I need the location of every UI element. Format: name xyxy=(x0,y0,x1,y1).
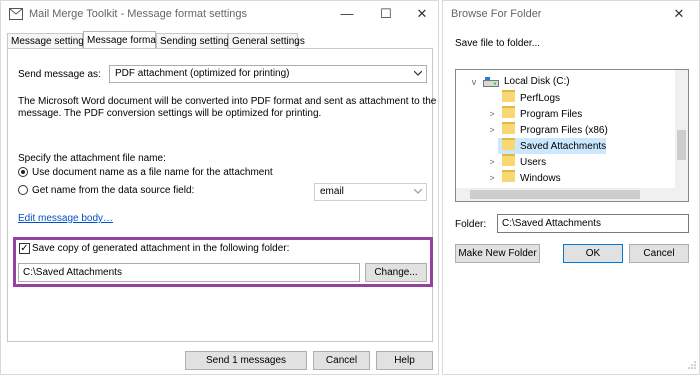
save-copy-label: Save copy of generated attachment in the… xyxy=(32,243,290,254)
close-icon[interactable]: ✕ xyxy=(661,1,697,27)
mail-merge-settings-window: Mail Merge Toolkit - Message format sett… xyxy=(0,0,439,375)
radio-document-name-label: Use document name as a file name for the… xyxy=(32,167,273,178)
drive-icon xyxy=(483,77,499,87)
horizontal-scrollbar-thumb[interactable] xyxy=(470,190,640,199)
tree-item-label: Windows xyxy=(520,173,561,184)
folder-icon xyxy=(502,106,515,118)
tree-item-program-files-x86[interactable]: > Program Files (x86) xyxy=(460,122,674,138)
send-as-dropdown[interactable]: PDF attachment (optimized for printing) xyxy=(109,65,427,83)
expand-arrow-icon[interactable]: v xyxy=(470,74,478,90)
instruction-text: Save file to folder... xyxy=(455,38,541,49)
vertical-scrollbar[interactable] xyxy=(675,70,688,201)
save-copy-checkbox[interactable]: ✓ xyxy=(19,243,30,254)
horizontal-scrollbar[interactable] xyxy=(456,188,675,201)
title-bar[interactable]: Mail Merge Toolkit - Message format sett… xyxy=(1,1,438,27)
folder-icon xyxy=(502,154,515,166)
expand-arrow-icon[interactable]: > xyxy=(488,106,496,122)
tree-item-windows[interactable]: > Windows xyxy=(460,170,674,186)
edit-message-body-link[interactable]: Edit message body… xyxy=(18,213,113,224)
attachment-name-label: Specify the attachment file name: xyxy=(18,153,166,164)
cancel-button[interactable]: Cancel xyxy=(629,244,689,263)
folder-icon xyxy=(502,90,515,102)
expand-arrow-icon[interactable]: > xyxy=(488,170,496,186)
chevron-down-icon xyxy=(414,189,422,194)
minimize-icon[interactable]: — xyxy=(329,1,365,27)
chevron-down-icon xyxy=(414,71,422,76)
description-line-1: The Microsoft Word document will be conv… xyxy=(18,96,437,107)
make-new-folder-button[interactable]: Make New Folder xyxy=(455,244,540,263)
radio-document-name[interactable] xyxy=(18,167,28,177)
data-source-field-dropdown[interactable]: email xyxy=(314,183,427,201)
tree-item-label: Program Files xyxy=(520,109,583,120)
tree-item-program-files[interactable]: > Program Files xyxy=(460,106,674,122)
tree-item-users[interactable]: > Users xyxy=(460,154,674,170)
send-as-value: PDF attachment (optimized for printing) xyxy=(115,68,290,79)
ok-button[interactable]: OK xyxy=(563,244,623,263)
tree-item-saved-attachments[interactable]: Saved Attachments xyxy=(498,138,606,154)
folder-icon xyxy=(502,122,515,134)
send-as-label: Send message as: xyxy=(18,69,101,80)
tab-message-format[interactable]: Message format xyxy=(83,31,159,49)
radio-data-source-label: Get name from the data source field: xyxy=(32,185,195,196)
radio-data-source[interactable] xyxy=(18,185,28,195)
tree-item-label: Saved Attachments xyxy=(520,141,607,152)
send-messages-button[interactable]: Send 1 messages xyxy=(185,351,307,370)
folder-label: Folder: xyxy=(455,219,487,230)
tab-general-settings[interactable]: General settings xyxy=(228,33,305,48)
folder-path-field[interactable]: C:\Saved Attachments xyxy=(18,263,360,282)
browse-for-folder-window: Browse For Folder ✕ Save file to folder.… xyxy=(442,0,700,375)
tab-message-settings[interactable]: Message settings xyxy=(7,33,89,48)
tab-sending-settings[interactable]: Sending settings xyxy=(156,33,234,48)
window-title: Browse For Folder xyxy=(451,8,542,20)
close-icon[interactable]: ✕ xyxy=(404,1,440,27)
title-bar[interactable]: Browse For Folder ✕ xyxy=(443,1,699,27)
folder-tree[interactable]: v Local Disk (C:) PerfLogs > Program Fil… xyxy=(455,69,689,202)
data-source-field-value: email xyxy=(320,186,344,197)
folder-icon xyxy=(502,138,515,150)
tree-item-label: PerfLogs xyxy=(520,93,561,104)
tree-item-label: Local Disk (C:) xyxy=(504,76,570,87)
tree-item-local-disk[interactable]: v Local Disk (C:) xyxy=(460,74,674,90)
folder-icon xyxy=(502,170,515,182)
app-icon xyxy=(9,8,23,20)
window-title: Mail Merge Toolkit - Message format sett… xyxy=(29,8,248,20)
cancel-button[interactable]: Cancel xyxy=(313,351,370,370)
expand-arrow-icon[interactable]: > xyxy=(488,154,496,170)
change-button[interactable]: Change... xyxy=(365,263,427,282)
tree-item-label: Users xyxy=(520,157,547,168)
tree-item-perflogs[interactable]: PerfLogs xyxy=(460,90,674,106)
tree-item-label: Program Files (x86) xyxy=(520,125,608,136)
expand-arrow-icon[interactable]: > xyxy=(488,122,496,138)
vertical-scrollbar-thumb[interactable] xyxy=(677,130,686,160)
folder-name-field[interactable]: C:\Saved Attachments xyxy=(497,214,689,233)
resize-grip-icon[interactable] xyxy=(688,361,696,369)
help-button[interactable]: Help xyxy=(376,351,433,370)
description-line-2: message. The PDF conversion settings wil… xyxy=(18,108,322,119)
maximize-icon[interactable]: ☐ xyxy=(368,1,404,27)
